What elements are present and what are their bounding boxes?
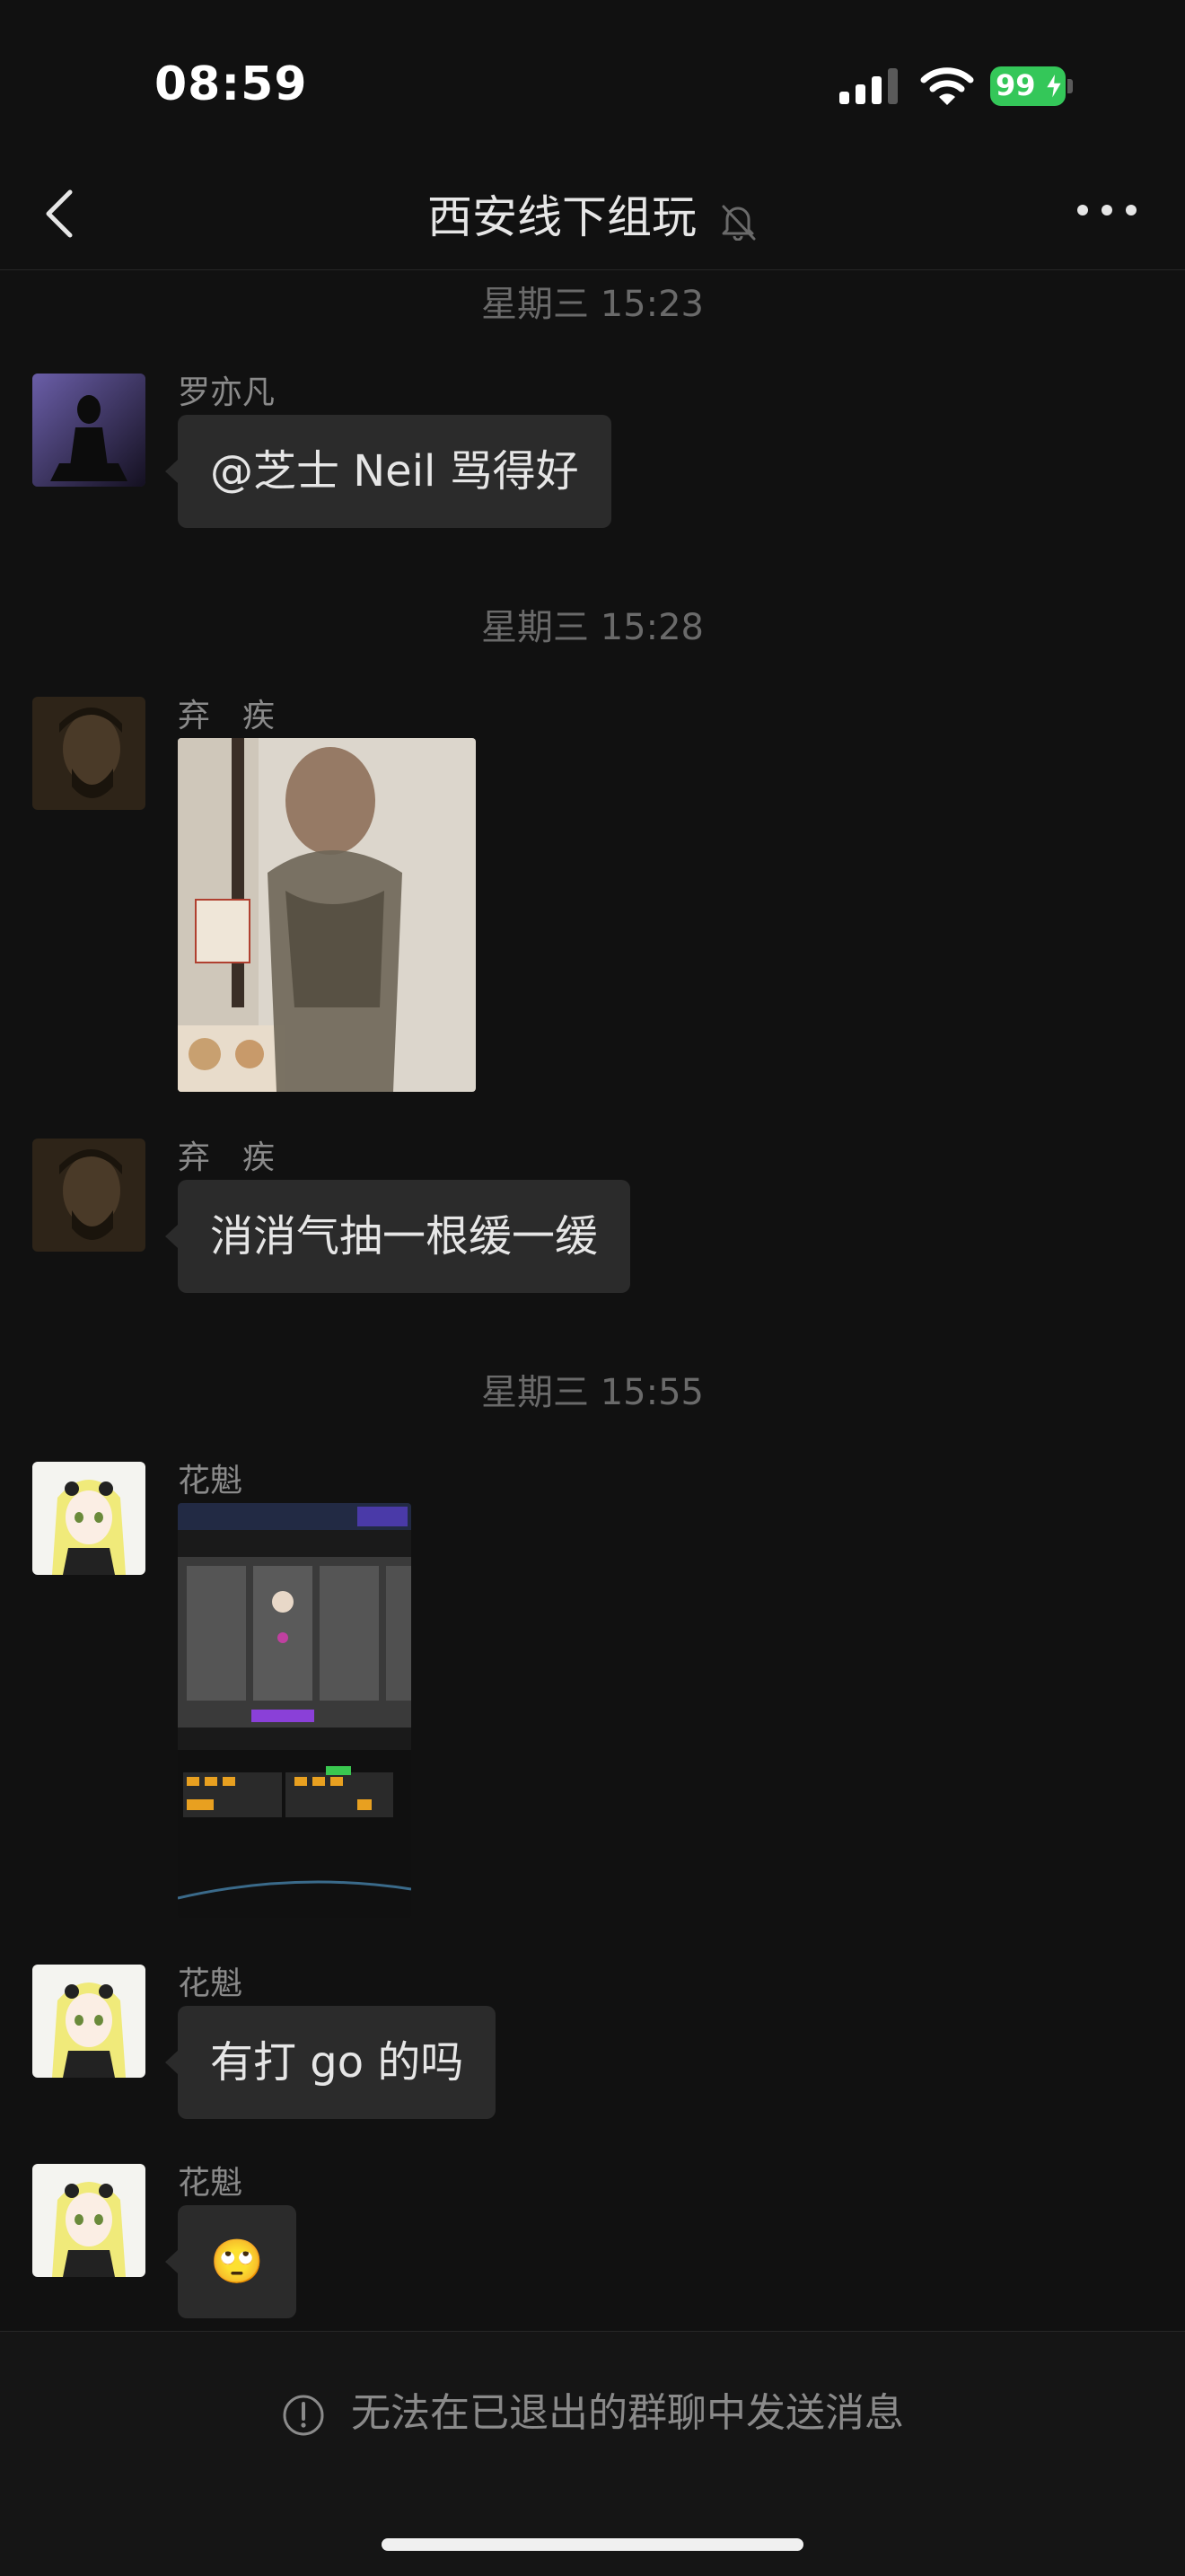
home-indicator[interactable]	[382, 2538, 803, 2551]
wifi-icon	[920, 67, 974, 105]
avatar[interactable]	[32, 1139, 145, 1252]
message-bubble[interactable]: 消消气抽一根缓一缓	[164, 1180, 631, 1293]
image-message[interactable]	[178, 738, 476, 1092]
left-group-notice: 无法在已退出的群聊中发送消息	[0, 2380, 1185, 2438]
avatar[interactable]	[32, 2164, 145, 2277]
chat-title: 西安线下组玩	[0, 181, 1185, 246]
sender-name: 罗亦凡	[178, 374, 276, 411]
avatar[interactable]	[32, 1462, 145, 1575]
avatar[interactable]	[32, 1965, 145, 2078]
sender-name: 弃 疾	[178, 1139, 276, 1176]
message-bubble[interactable]: @芝士 Neil 骂得好	[165, 415, 611, 528]
input-area: 无法在已退出的群聊中发送消息	[0, 2331, 1185, 2576]
avatar[interactable]	[32, 374, 145, 487]
status-time: 08:59	[154, 57, 308, 111]
left-group-notice-text: 无法在已退出的群聊中发送消息	[351, 2390, 904, 2436]
sender-name: 弃 疾	[178, 698, 276, 734]
battery-level: 99	[996, 68, 1036, 102]
battery-icon: 99	[990, 66, 1073, 106]
emoji-bubble[interactable]: 🙄	[165, 2205, 296, 2318]
message-bubble[interactable]: 有打 go 的吗	[164, 2006, 496, 2119]
message-timestamp: 星期三 15:55	[481, 1372, 704, 1413]
image-message[interactable]	[178, 1503, 411, 1918]
nav-bar: 西安线下组玩	[0, 171, 1185, 270]
mute-bell-icon	[722, 205, 756, 241]
more-icon[interactable]	[1075, 201, 1138, 219]
chat-title-text: 西安线下组玩	[427, 191, 698, 243]
sender-name: 花魁	[178, 1463, 243, 1499]
warning-icon	[283, 2395, 324, 2436]
sender-name: 花魁	[178, 1965, 243, 2002]
status-bar: 08:59 99	[0, 0, 1185, 171]
message-timestamp: 星期三 15:28	[481, 607, 704, 648]
signal-icon	[839, 68, 898, 104]
message-timestamp: 星期三 15:23	[481, 284, 704, 325]
sender-name: 花魁	[178, 2165, 243, 2202]
charging-bolt-icon	[1046, 72, 1062, 101]
avatar[interactable]	[32, 697, 145, 810]
